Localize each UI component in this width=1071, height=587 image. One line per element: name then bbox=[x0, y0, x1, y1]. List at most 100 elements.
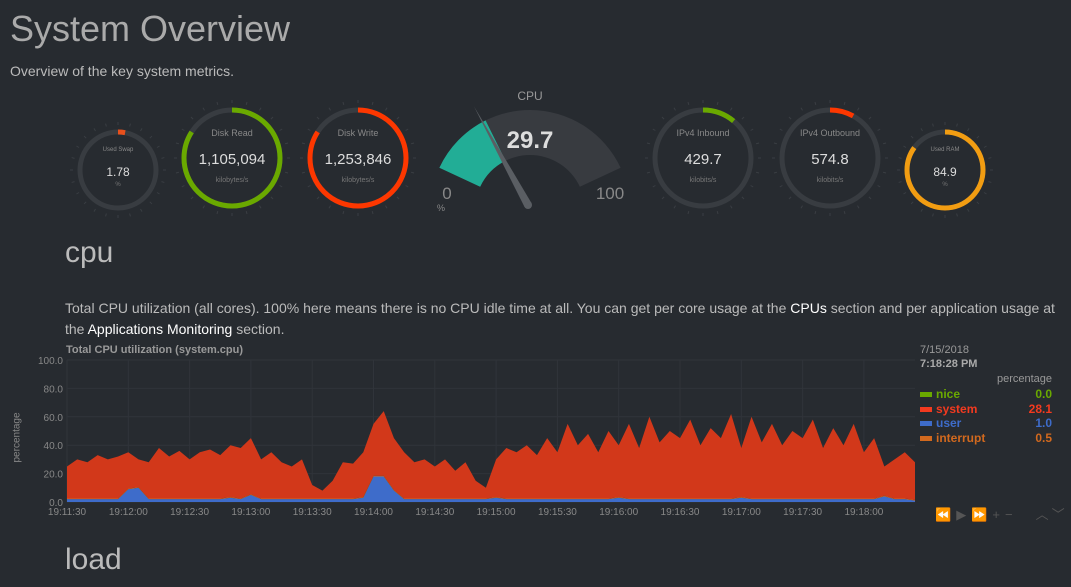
gauge-tick bbox=[755, 142, 760, 145]
gauge-tick bbox=[156, 145, 160, 148]
gauge-tick bbox=[175, 142, 180, 145]
legend-item-user[interactable]: user 1.0 bbox=[920, 416, 1052, 430]
x-tick-label: 19:15:00 bbox=[477, 507, 516, 518]
gauge-tick bbox=[910, 135, 914, 139]
gauge-tick bbox=[385, 107, 388, 111]
gauge-value: 1,105,094 bbox=[199, 151, 266, 168]
gauge-tick bbox=[175, 171, 180, 174]
x-tick-label: 19:13:30 bbox=[293, 507, 332, 518]
gauge-tick bbox=[800, 205, 803, 209]
cpu-chart[interactable]: 0.020.040.060.080.0100.019:11:30 19:12:00… bbox=[0, 350, 920, 525]
x-tick-label: 19:17:00 bbox=[722, 507, 761, 518]
gauge-tick bbox=[910, 201, 914, 205]
gauge-value: 429.7 bbox=[684, 151, 722, 168]
gauge-tick bbox=[316, 116, 320, 120]
gauge-disk-write[interactable]: Disk Write 1,253,846 kilobytes/s bbox=[300, 100, 416, 216]
gauge-tick bbox=[405, 128, 409, 131]
gauge-swap[interactable]: Used Swap 1.78% bbox=[70, 122, 166, 218]
gauge-tick bbox=[755, 171, 760, 174]
gauge-tick bbox=[903, 192, 907, 195]
gauge-tick bbox=[385, 205, 388, 209]
legend-item-interrupt[interactable]: interrupt 0.5 bbox=[920, 431, 1052, 445]
gauge-tick bbox=[983, 192, 987, 195]
gauge-tick bbox=[741, 116, 745, 120]
gauge-tick bbox=[71, 181, 75, 183]
gauge-tick bbox=[371, 210, 374, 215]
gauge-tick bbox=[83, 135, 87, 139]
legend-item-nice[interactable]: nice 0.0 bbox=[920, 387, 1052, 401]
gauge-tick bbox=[328, 107, 331, 111]
gauge-tick bbox=[410, 171, 415, 174]
gauge-tick bbox=[307, 185, 311, 188]
gauge-tick bbox=[773, 171, 778, 174]
gauge-tick bbox=[730, 205, 733, 209]
gauge-tick bbox=[396, 116, 400, 120]
gauge-tick bbox=[687, 210, 690, 215]
gauge-tick bbox=[129, 123, 131, 127]
play-button[interactable]: ▶ bbox=[956, 507, 969, 522]
gauge-tick bbox=[741, 196, 745, 200]
gauge-tick bbox=[673, 107, 676, 111]
gauge-tick bbox=[161, 181, 165, 183]
gauge-tick bbox=[932, 123, 934, 127]
gauge-units: kilobytes/s bbox=[216, 177, 249, 184]
x-tick-label: 19:16:30 bbox=[661, 507, 700, 518]
gauge-tick bbox=[868, 196, 872, 200]
gauge-tick bbox=[181, 128, 185, 131]
needle-pivot bbox=[524, 201, 532, 209]
gauge-tick bbox=[259, 205, 262, 209]
y-tick-label: 80.0 bbox=[44, 384, 64, 395]
y-tick-label: 40.0 bbox=[44, 441, 64, 452]
resize-button[interactable]: ︿﹀ bbox=[1036, 507, 1068, 522]
cpu-gauge-title: CPU bbox=[517, 89, 542, 103]
gauge-tick bbox=[730, 107, 733, 111]
gauge-tick bbox=[202, 107, 205, 111]
gauge-ipv4-out[interactable]: IPv4 Outbound 574.8 kilobits/s bbox=[772, 100, 888, 216]
gauge-tick bbox=[857, 107, 860, 111]
gauge-tick bbox=[976, 201, 980, 205]
y-tick-label: 100.0 bbox=[38, 356, 63, 367]
gauge-ram[interactable]: Used RAM 84.9% bbox=[897, 122, 993, 218]
zoom-out-button[interactable]: − bbox=[1005, 507, 1016, 522]
x-tick-label: 19:12:30 bbox=[170, 507, 209, 518]
gauge-tick bbox=[396, 196, 400, 200]
x-tick-label: 19:13:00 bbox=[231, 507, 270, 518]
gauge-tick bbox=[814, 101, 817, 106]
legend-item-system[interactable]: system 28.1 bbox=[920, 402, 1052, 416]
gauge-tick bbox=[983, 145, 987, 148]
gauge-value: 84.9 bbox=[933, 165, 957, 179]
gauge-tick bbox=[342, 101, 345, 106]
pan-left-button[interactable]: ⏪ bbox=[935, 507, 954, 522]
gauge-tick bbox=[245, 101, 248, 106]
gauge-ipv4-in[interactable]: IPv4 Inbound 429.7 kilobits/s bbox=[645, 100, 761, 216]
gauge-tick bbox=[149, 201, 153, 205]
applications-monitoring-link[interactable]: Applications Monitoring bbox=[88, 321, 233, 337]
gauge-tick bbox=[301, 142, 306, 145]
section-title-load: load bbox=[65, 543, 122, 576]
gauge-tick bbox=[284, 142, 289, 145]
desc-text: section. bbox=[232, 321, 285, 337]
legend-value: 28.1 bbox=[1028, 401, 1052, 416]
gauge-tick bbox=[410, 142, 415, 145]
pan-right-button[interactable]: ⏩ bbox=[971, 507, 990, 522]
legend-value: 0.5 bbox=[1035, 430, 1052, 445]
gauge-tick bbox=[920, 128, 923, 132]
x-tick-label: 19:15:30 bbox=[538, 507, 577, 518]
gauges-row: Used Swap 1.78% Disk Read 1,105,094 kilobyte… bbox=[70, 89, 993, 218]
cpu-gauge-min: 0 bbox=[442, 184, 451, 203]
gauge-tick bbox=[190, 196, 194, 200]
gauge-tick bbox=[877, 185, 881, 188]
gauge-tick bbox=[149, 135, 153, 139]
legend-label: nice bbox=[936, 387, 961, 401]
gauge-tick bbox=[652, 185, 656, 188]
gauge-disk-read[interactable]: Disk Read 1,105,094 kilobytes/s bbox=[174, 100, 290, 216]
x-tick-label: 19:14:00 bbox=[354, 507, 393, 518]
cpus-link[interactable]: CPUs bbox=[790, 300, 827, 316]
x-tick-label: 19:16:00 bbox=[599, 507, 638, 518]
gauge-tick bbox=[83, 201, 87, 205]
zoom-in-button[interactable]: + bbox=[992, 507, 1003, 522]
x-tick-label: 19:11:30 bbox=[48, 507, 87, 518]
gauge-tick bbox=[270, 196, 274, 200]
gauge-tick bbox=[301, 171, 306, 174]
cpu-gauge[interactable]: CPU 29.7 0 100% bbox=[437, 89, 624, 213]
